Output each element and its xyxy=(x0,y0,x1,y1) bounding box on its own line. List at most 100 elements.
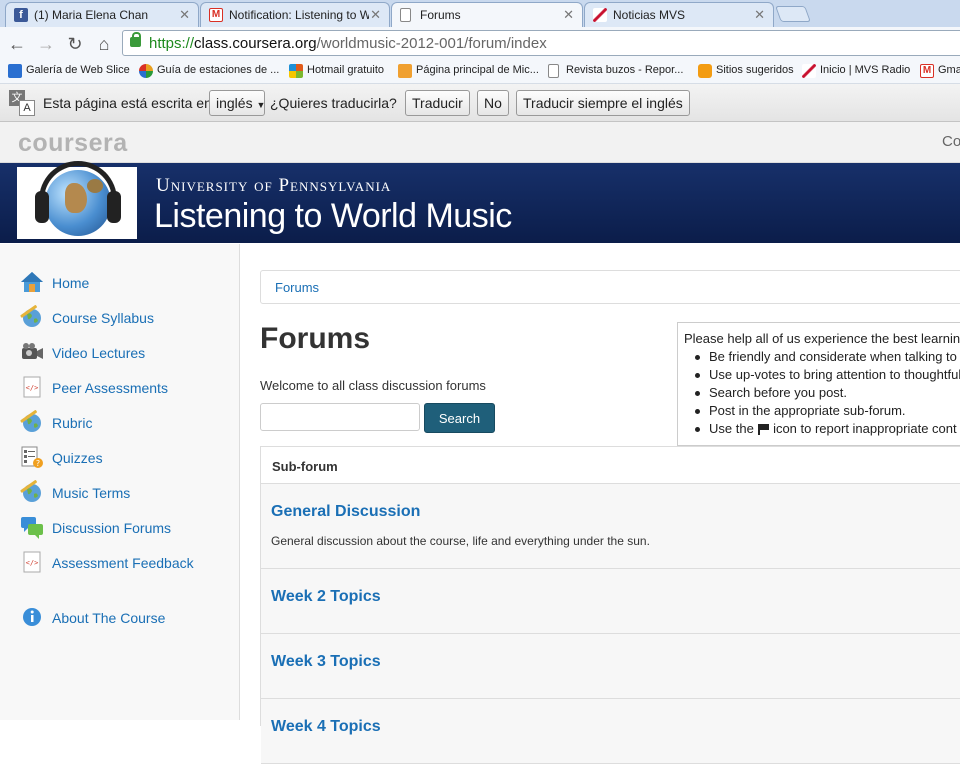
tab-facebook[interactable]: f (1) Maria Elena Chan ✕ xyxy=(5,2,199,27)
forum-link[interactable]: General Discussion xyxy=(271,503,420,521)
sidebar-item-music-terms[interactable]: Music Terms xyxy=(0,478,239,508)
close-icon[interactable]: ✕ xyxy=(370,7,381,23)
search-button[interactable]: Search xyxy=(424,403,495,433)
forum-link[interactable]: Week 3 Topics xyxy=(271,653,381,671)
table-row: Week 4 Topics xyxy=(261,699,960,764)
globe-headphones-logo xyxy=(17,161,137,239)
close-icon[interactable]: ✕ xyxy=(754,7,765,23)
always-translate-button[interactable]: Traducir siempre el inglés xyxy=(516,90,690,116)
table-row: Week 2 Topics xyxy=(261,569,960,634)
sidebar-item-home[interactable]: Home xyxy=(0,268,239,298)
page-icon xyxy=(400,8,411,22)
breadcrumb-forums-link[interactable]: Forums xyxy=(275,280,319,295)
guideline-item: Search before you post. xyxy=(684,384,960,402)
suggested-icon xyxy=(698,64,712,78)
reload-icon[interactable]: ↻ xyxy=(64,33,86,55)
page-title: Forums xyxy=(260,322,371,355)
bookmark-hotmail[interactable]: Hotmail gratuito xyxy=(289,64,384,78)
header-link[interactable]: Co xyxy=(942,133,960,150)
university-name: University of Pennsylvania xyxy=(156,175,392,196)
ms-icon xyxy=(398,64,412,78)
chat-bubbles-icon xyxy=(20,515,44,539)
table-row: Week 3 Topics xyxy=(261,634,960,699)
bookmark-web-slice[interactable]: Galería de Web Slice xyxy=(8,64,130,78)
tab-label: Forums xyxy=(420,8,461,22)
url-text: https://class.coursera.org/worldmusic-20… xyxy=(149,35,547,52)
welcome-text: Welcome to all class discussion forums xyxy=(260,378,486,393)
bookmarks-bar: Galería de Web Slice Guía de estaciones … xyxy=(0,60,960,84)
table-header: Sub-forum xyxy=(261,446,960,484)
msn-icon xyxy=(139,64,153,78)
address-bar[interactable]: https://class.coursera.org/worldmusic-20… xyxy=(122,30,960,56)
bookmark-gmail[interactable]: MGmail xyxy=(920,64,960,78)
forum-link[interactable]: Week 2 Topics xyxy=(271,588,381,606)
coursera-logo[interactable]: coursera xyxy=(18,129,128,158)
flag-icon xyxy=(757,424,770,435)
guideline-item: Use up-votes to bring attention to thoug… xyxy=(684,366,960,384)
forum-search-input[interactable] xyxy=(260,403,420,431)
translate-prefix: Esta página está escrita en xyxy=(43,95,212,111)
sidebar-item-quizzes[interactable]: ? Quizzes xyxy=(0,443,239,473)
bookmark-sitios-sugeridos[interactable]: Sitios sugeridos xyxy=(698,64,794,78)
mvs-icon xyxy=(593,8,607,22)
close-icon[interactable]: ✕ xyxy=(563,7,574,23)
webslice-icon xyxy=(8,64,22,78)
bookmark-microsoft[interactable]: Página principal de Mic... xyxy=(398,64,539,78)
sidebar-item-assessment-feedback[interactable]: </> Assessment Feedback xyxy=(0,548,239,578)
forward-arrow-icon[interactable]: → xyxy=(35,33,57,55)
guideline-item: Post in the appropriate sub-forum. xyxy=(684,402,960,420)
sidebar-item-about-the-course[interactable]: About The Course xyxy=(0,603,239,633)
forum-link[interactable]: Week 4 Topics xyxy=(271,718,381,736)
course-title: Listening to World Music xyxy=(154,197,512,235)
svg-text:?: ? xyxy=(36,459,40,468)
tab-label: Notification: Listening to Worl xyxy=(229,8,369,22)
sidebar-item-course-syllabus[interactable]: Course Syllabus xyxy=(0,303,239,333)
tab-notification[interactable]: M Notification: Listening to Worl ✕ xyxy=(200,2,390,27)
code-document-icon: </> xyxy=(20,550,44,574)
bookmark-mvs-radio[interactable]: Inicio | MVS Radio xyxy=(802,64,910,78)
main-content: Forums Forums Welcome to all class discu… xyxy=(240,244,960,764)
globe-icon xyxy=(20,305,44,329)
tab-forums[interactable]: Forums ✕ xyxy=(391,2,583,28)
new-tab-button[interactable] xyxy=(775,6,811,22)
back-arrow-icon[interactable]: ← xyxy=(6,33,28,55)
home-icon[interactable]: ⌂ xyxy=(93,33,115,55)
windows-icon xyxy=(289,64,303,78)
code-document-icon: </> xyxy=(20,375,44,399)
video-camera-icon xyxy=(20,340,44,364)
translate-button[interactable]: Traducir xyxy=(405,90,470,116)
quiz-icon: ? xyxy=(20,445,44,469)
forum-table: Sub-forum General Discussion General dis… xyxy=(260,446,960,764)
info-icon xyxy=(20,605,44,629)
no-translate-button[interactable]: No xyxy=(477,90,509,116)
bookmark-revista-buzos[interactable]: Revista buzos - Repor... xyxy=(548,64,683,78)
lock-icon xyxy=(130,32,141,47)
forum-guidelines: Please help all of us experience the bes… xyxy=(677,322,960,446)
sidebar-item-discussion-forums[interactable]: Discussion Forums xyxy=(0,513,239,543)
language-select[interactable]: inglés ▼ xyxy=(209,90,265,116)
table-row: General Discussion General discussion ab… xyxy=(261,484,960,569)
bookmark-guia-estaciones[interactable]: Guía de estaciones de ... xyxy=(139,64,279,78)
dropdown-arrow-icon: ▼ xyxy=(256,100,266,110)
breadcrumb: Forums xyxy=(260,270,960,304)
close-icon[interactable]: ✕ xyxy=(179,7,190,23)
page-icon xyxy=(548,64,559,78)
guideline-item: Use the icon to report inappropriate con… xyxy=(684,420,960,438)
tab-label: (1) Maria Elena Chan xyxy=(34,8,149,22)
site-header: coursera Co xyxy=(0,122,960,163)
translate-infobar: 文A Esta página está escrita en inglés ▼ … xyxy=(0,84,960,122)
globe-icon xyxy=(20,480,44,504)
gmail-icon: M xyxy=(920,64,934,78)
sidebar-item-rubric[interactable]: Rubric xyxy=(0,408,239,438)
course-banner: University of Pennsylvania Listening to … xyxy=(0,161,960,243)
guidelines-list: Be friendly and considerate when talking… xyxy=(684,348,960,438)
browser-toolbar: ← → ↻ ⌂ https://class.coursera.org/world… xyxy=(0,27,960,60)
translate-icon: 文A xyxy=(9,90,35,116)
svg-text:</>: </> xyxy=(26,559,39,567)
sidebar-item-video-lectures[interactable]: Video Lectures xyxy=(0,338,239,368)
facebook-icon: f xyxy=(14,8,28,22)
sidebar-item-peer-assessments[interactable]: </> Peer Assessments xyxy=(0,373,239,403)
svg-text:</>: </> xyxy=(26,384,39,392)
tab-noticias-mvs[interactable]: Noticias MVS ✕ xyxy=(584,2,774,27)
course-sidebar: Home Course Syllabus Video Lectures </> … xyxy=(0,244,240,720)
